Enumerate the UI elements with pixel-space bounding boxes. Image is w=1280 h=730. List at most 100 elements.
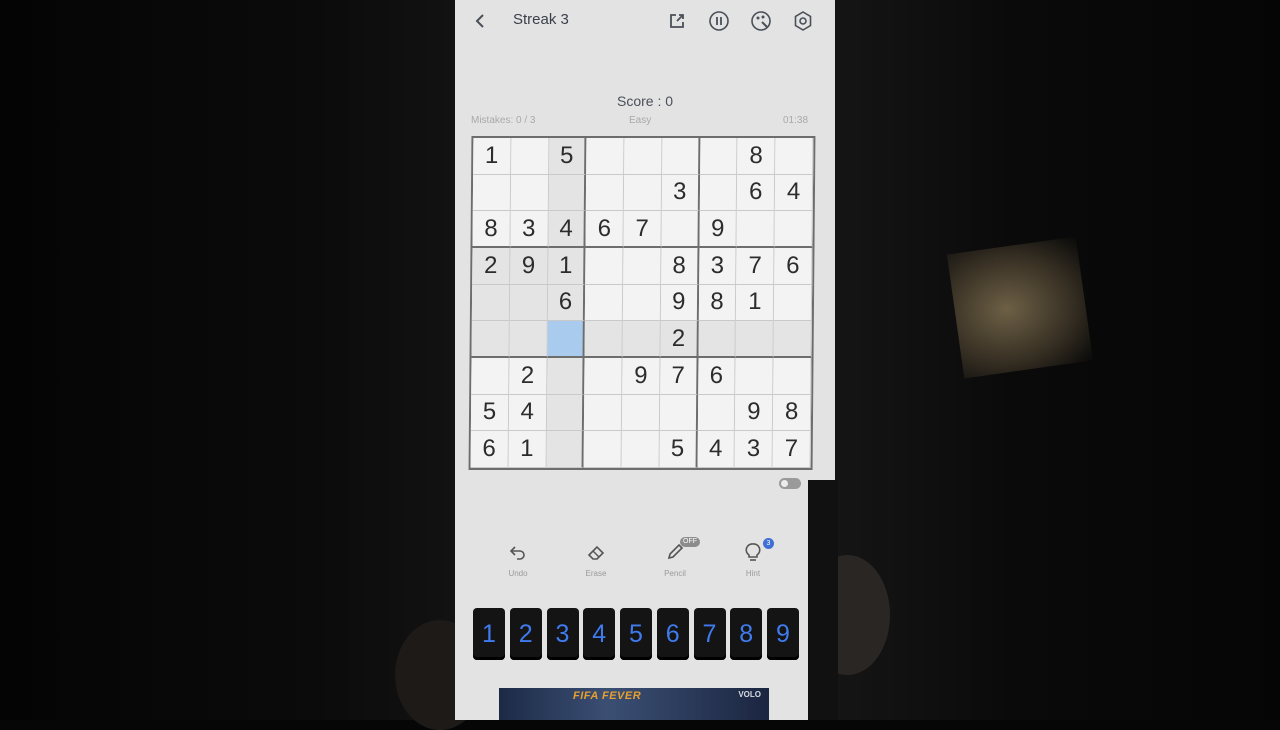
numpad-key-2[interactable]: 2 xyxy=(509,608,542,660)
sudoku-cell[interactable] xyxy=(586,138,625,175)
sudoku-cell[interactable] xyxy=(698,321,737,358)
selected-cell[interactable] xyxy=(547,321,586,358)
sudoku-cell[interactable] xyxy=(774,211,813,248)
sudoku-cell[interactable]: 1 xyxy=(473,138,512,175)
numpad-key-4[interactable]: 4 xyxy=(583,608,616,660)
theme-palette-icon[interactable] xyxy=(748,8,774,34)
sudoku-cell[interactable]: 6 xyxy=(585,211,624,248)
sudoku-cell[interactable]: 1 xyxy=(508,431,547,468)
sudoku-cell[interactable]: 9 xyxy=(735,394,774,432)
sudoku-cell[interactable]: 6 xyxy=(470,431,509,468)
sudoku-cell[interactable] xyxy=(546,431,585,468)
sudoku-cell[interactable]: 9 xyxy=(699,211,738,248)
numpad-key-5[interactable]: 5 xyxy=(620,608,652,660)
sudoku-cell[interactable]: 2 xyxy=(508,358,548,395)
sudoku-cell[interactable] xyxy=(659,394,698,432)
sudoku-cell[interactable] xyxy=(471,284,510,322)
numpad-key-3[interactable]: 3 xyxy=(546,608,579,660)
sudoku-cell[interactable]: 8 xyxy=(737,138,776,175)
sudoku-cell[interactable] xyxy=(584,321,623,358)
sudoku-cell[interactable]: 5 xyxy=(548,138,587,175)
sudoku-cell[interactable] xyxy=(735,358,774,395)
sudoku-cell[interactable]: 5 xyxy=(470,394,509,432)
pause-icon[interactable] xyxy=(706,8,732,34)
sudoku-cell[interactable]: 6 xyxy=(774,248,813,285)
sudoku-cell[interactable] xyxy=(509,321,548,358)
sudoku-cell[interactable]: 4 xyxy=(697,431,736,468)
settings-gear-icon[interactable] xyxy=(790,8,816,34)
ad-banner[interactable]: FIFA FEVER VOLO xyxy=(499,688,769,720)
sudoku-cell[interactable] xyxy=(622,321,661,358)
sudoku-cell[interactable]: 6 xyxy=(697,358,736,395)
numpad-key-7[interactable]: 7 xyxy=(693,608,726,660)
sudoku-cell[interactable] xyxy=(623,174,662,212)
sudoku-cell[interactable]: 7 xyxy=(623,211,662,248)
sudoku-cell[interactable]: 4 xyxy=(508,394,547,432)
sudoku-cell[interactable]: 9 xyxy=(509,248,549,285)
sudoku-cell[interactable]: 2 xyxy=(660,321,699,358)
sudoku-cell[interactable] xyxy=(736,211,776,248)
sudoku-cell[interactable]: 7 xyxy=(660,358,699,395)
sudoku-cell[interactable] xyxy=(585,284,624,322)
sudoku-cell[interactable] xyxy=(583,431,622,468)
undo-button[interactable]: Undo xyxy=(488,543,548,578)
auto-check-toggle[interactable] xyxy=(779,478,801,489)
sudoku-cell[interactable]: 3 xyxy=(661,174,700,212)
sudoku-cell[interactable] xyxy=(661,138,701,175)
hint-button[interactable]: Hint xyxy=(723,542,783,578)
sudoku-cell[interactable]: 6 xyxy=(737,174,776,212)
sudoku-cell[interactable] xyxy=(471,321,510,358)
sudoku-cell[interactable]: 5 xyxy=(659,431,698,468)
sudoku-cell[interactable]: 3 xyxy=(510,211,549,248)
sudoku-cell[interactable]: 2 xyxy=(472,248,511,285)
numpad-key-8[interactable]: 8 xyxy=(730,608,763,660)
sudoku-cell[interactable] xyxy=(775,138,814,175)
sudoku-cell[interactable] xyxy=(509,284,548,322)
sudoku-cell[interactable] xyxy=(584,394,623,432)
sudoku-cell[interactable] xyxy=(548,174,587,212)
sudoku-cell[interactable]: 8 xyxy=(698,284,737,322)
sudoku-cell[interactable]: 8 xyxy=(773,394,812,432)
sudoku-cell[interactable] xyxy=(585,248,624,285)
sudoku-cell[interactable] xyxy=(510,174,549,212)
numpad-key-6[interactable]: 6 xyxy=(656,608,689,660)
sudoku-cell[interactable] xyxy=(773,358,812,395)
sudoku-cell[interactable]: 1 xyxy=(547,248,586,285)
sudoku-cell[interactable] xyxy=(699,138,738,175)
pencil-button[interactable]: Pencil xyxy=(645,543,705,578)
sudoku-cell[interactable]: 9 xyxy=(660,284,699,322)
sudoku-cell[interactable] xyxy=(699,174,738,212)
sudoku-cell[interactable] xyxy=(773,321,812,358)
share-icon[interactable] xyxy=(664,8,690,34)
sudoku-cell[interactable]: 7 xyxy=(772,431,811,468)
sudoku-cell[interactable]: 7 xyxy=(736,248,775,285)
sudoku-cell[interactable] xyxy=(586,174,625,212)
sudoku-cell[interactable] xyxy=(584,358,623,395)
sudoku-cell[interactable] xyxy=(774,284,813,322)
sudoku-cell[interactable]: 3 xyxy=(734,431,774,468)
sudoku-cell[interactable] xyxy=(622,284,662,322)
sudoku-cell[interactable] xyxy=(624,138,663,175)
sudoku-cell[interactable]: 4 xyxy=(775,174,814,212)
erase-button[interactable]: Erase xyxy=(566,543,626,578)
sudoku-cell[interactable]: 4 xyxy=(548,211,587,248)
sudoku-cell[interactable]: 6 xyxy=(547,284,586,322)
sudoku-cell[interactable]: 1 xyxy=(736,284,775,322)
sudoku-cell[interactable] xyxy=(546,358,585,395)
sudoku-cell[interactable]: 3 xyxy=(698,248,737,285)
sudoku-cell[interactable]: 8 xyxy=(661,248,700,285)
sudoku-cell[interactable] xyxy=(623,248,662,285)
sudoku-cell[interactable] xyxy=(735,321,775,358)
sudoku-cell[interactable] xyxy=(471,358,510,395)
sudoku-cell[interactable] xyxy=(510,138,549,175)
numpad-key-1[interactable]: 1 xyxy=(473,608,505,660)
sudoku-cell[interactable]: 8 xyxy=(472,211,511,248)
sudoku-cell[interactable] xyxy=(621,394,661,432)
sudoku-cell[interactable] xyxy=(621,431,660,468)
sudoku-cell[interactable] xyxy=(661,211,700,248)
sudoku-cell[interactable] xyxy=(546,394,585,432)
chevron-left-icon[interactable] xyxy=(467,8,493,34)
numpad-key-9[interactable]: 9 xyxy=(767,608,799,660)
sudoku-cell[interactable] xyxy=(472,174,511,212)
sudoku-cell[interactable]: 9 xyxy=(622,358,661,395)
